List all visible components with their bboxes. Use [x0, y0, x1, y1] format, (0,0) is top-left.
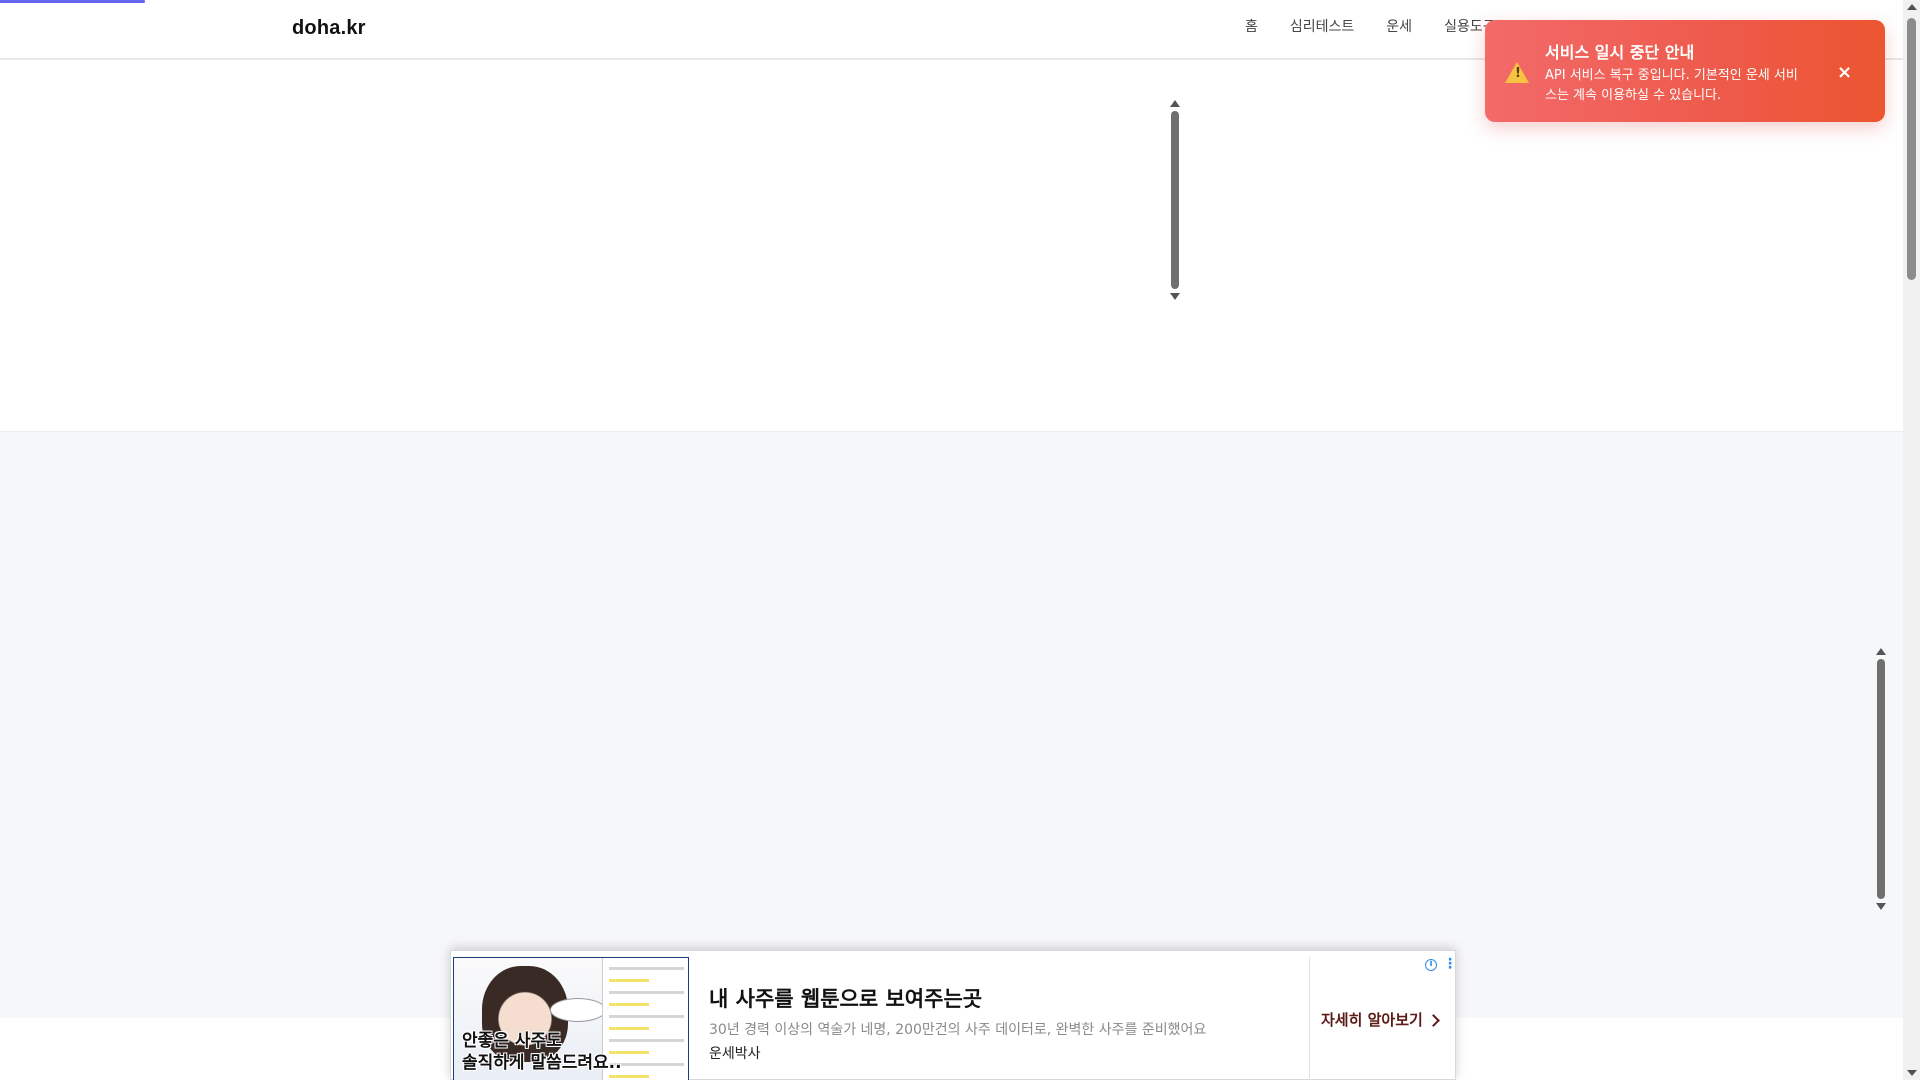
ad-image[interactable]: 안좋은 사주도 솔직하게 말씀드려요..: [453, 957, 689, 1080]
service-notice-toast: ! 서비스 일시 중단 안내 API 서비스 복구 중입니다. 기본적인 운세 …: [1485, 20, 1885, 122]
ad-advertiser: 운세박사: [709, 1046, 761, 1062]
scroll-up-arrow-icon[interactable]: [1907, 4, 1917, 10]
page-progress-bar: [0, 0, 145, 3]
ad-headline[interactable]: 내 사주를 웹툰으로 보여주는곳: [709, 983, 982, 1013]
scroll-up-arrow-icon[interactable]: [1876, 648, 1886, 655]
warning-icon: !: [1505, 62, 1529, 83]
ad-description: 30년 경력 이상의 역술가 네명, 200만건의 사주 데이터로, 완벽한 사…: [709, 1022, 1207, 1038]
main-nav: 홈 심리테스트 운세 실용도구: [1245, 16, 1496, 36]
scroll-down-arrow-icon[interactable]: [1876, 903, 1886, 910]
site-logo[interactable]: doha.kr: [292, 17, 366, 40]
content-scrollbar[interactable]: [1876, 648, 1886, 910]
toast-title: 서비스 일시 중단 안내: [1545, 43, 1695, 62]
toast-message: API 서비스 복구 중입니다. 기본적인 운세 서비스는 계속 이용하실 수 …: [1545, 68, 1798, 103]
chevron-right-icon: [1426, 1014, 1440, 1027]
ad-image-caption: 안좋은 사주도 솔직하게 말씀드려요..: [462, 1031, 622, 1073]
ad-info-icon[interactable]: i: [1425, 959, 1437, 971]
ad-cta-button[interactable]: 자세히 알아보기: [1321, 1009, 1440, 1030]
scrollbar-thumb[interactable]: [1171, 111, 1179, 289]
nav-item-home[interactable]: 홈: [1245, 16, 1258, 36]
page-scrollbar-thumb[interactable]: [1907, 18, 1916, 280]
scroll-down-arrow-icon[interactable]: [1170, 293, 1180, 300]
ad-more-options-icon[interactable]: ⋮: [1443, 957, 1457, 971]
scrollbar-thumb[interactable]: [1877, 659, 1885, 899]
nav-item-psych-test[interactable]: 심리테스트: [1290, 16, 1354, 36]
content-section: [0, 432, 1903, 1018]
close-icon[interactable]: ×: [1837, 62, 1852, 83]
ad-divider: [1309, 957, 1310, 1080]
scroll-up-arrow-icon[interactable]: [1170, 100, 1180, 107]
ad-cta-label: 자세히 알아보기: [1321, 1011, 1423, 1029]
page-scrollbar[interactable]: [1903, 0, 1920, 1080]
speech-bubble: [550, 998, 606, 1022]
hero-scrollbar[interactable]: [1170, 100, 1180, 300]
scroll-down-arrow-icon[interactable]: [1907, 1070, 1917, 1076]
nav-item-fortune[interactable]: 운세: [1386, 16, 1412, 36]
ad-banner[interactable]: 안좋은 사주도 솔직하게 말씀드려요.. 내 사주를 웹툰으로 보여주는곳 30…: [450, 950, 1457, 1080]
